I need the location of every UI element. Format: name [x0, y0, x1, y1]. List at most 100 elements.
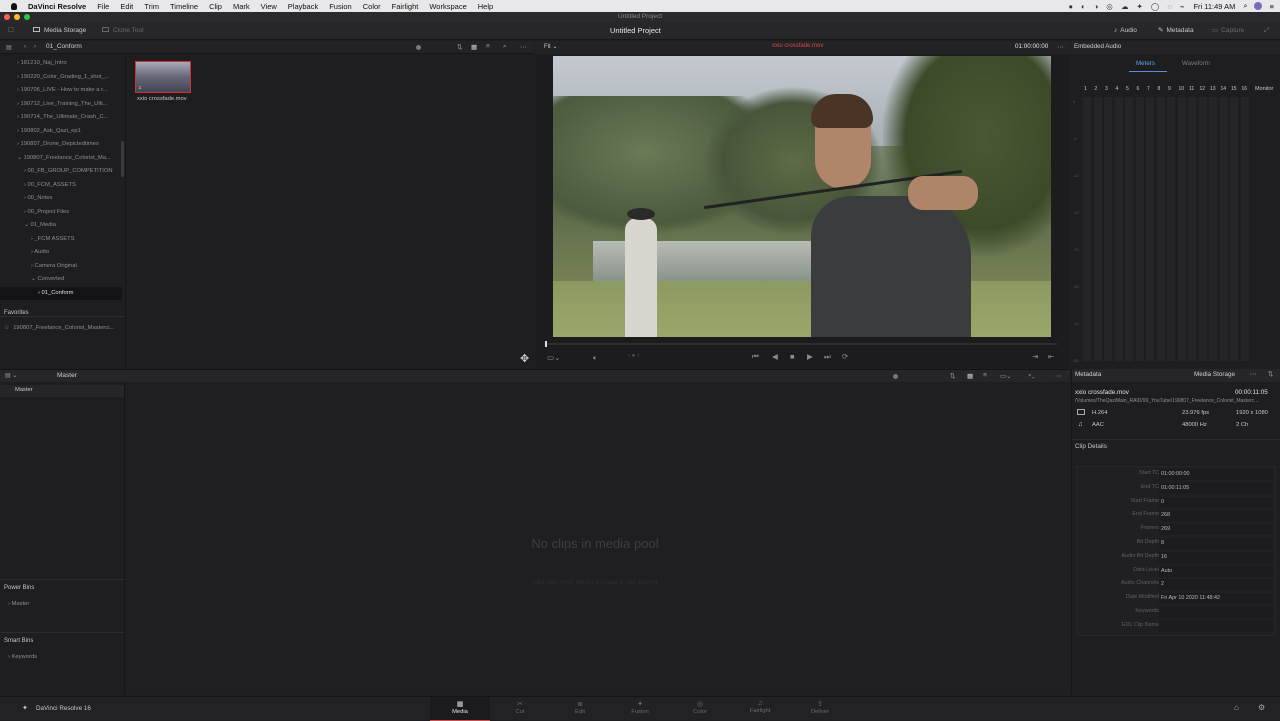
clone-tool-button[interactable]: Clone Tool [102, 22, 144, 40]
zoom-slider[interactable] [416, 45, 421, 50]
pool-sidebar-toggle-icon[interactable]: ▤ ⌄ [5, 372, 17, 379]
loop-button[interactable]: ⟳ [842, 352, 848, 361]
detail-value[interactable]: 16 [1159, 552, 1273, 563]
menu-item-clip[interactable]: Clip [209, 2, 222, 11]
page-tab-deliver[interactable]: ⇪Deliver [790, 697, 850, 721]
viewer-scrubber[interactable] [545, 343, 1057, 345]
menu-item-edit[interactable]: Edit [120, 2, 133, 11]
expand-icon[interactable]: ⤢ [1264, 22, 1269, 40]
tree-scrollbar[interactable] [121, 141, 124, 177]
menu-item-mark[interactable]: Mark [233, 2, 250, 11]
resize-handle-icon[interactable]: ✥ [520, 352, 529, 365]
tree-item[interactable]: › 190220_Color_Grading_1_shot_... [0, 71, 122, 85]
detail-value[interactable]: 0 [1159, 497, 1273, 508]
play-button[interactable]: ▶︎ [807, 352, 813, 361]
detail-value[interactable]: Auto [1159, 566, 1273, 577]
detail-value[interactable]: 8 [1159, 538, 1273, 549]
tree-item[interactable]: › 190706_LIVE - How to make a r... [0, 84, 122, 98]
menu-item-fusion[interactable]: Fusion [329, 2, 352, 11]
detail-value[interactable]: Fri Apr 10 2020 11:48:42 [1159, 593, 1273, 604]
page-tab-fairlight[interactable]: ♫Fairlight [730, 697, 790, 721]
metadata-toggle-button[interactable]: ✎Metadata [1158, 22, 1194, 40]
user-avatar[interactable] [1254, 2, 1262, 10]
tree-item[interactable]: ⌄ 190807_Freelance_Colorist_Ma... [0, 152, 122, 166]
first-frame-button[interactable]: ⏮︎ [752, 352, 759, 362]
menu-item-timeline[interactable]: Timeline [170, 2, 198, 11]
page-tab-color[interactable]: ◎Color [670, 697, 730, 721]
detail-value[interactable] [1159, 607, 1273, 618]
detail-value[interactable]: 01:00:11:05 [1159, 483, 1273, 494]
tree-item[interactable]: › Audio [0, 246, 122, 260]
list-view-icon[interactable]: ≡ [486, 43, 490, 50]
page-tab-media[interactable]: ▦Media [430, 697, 490, 721]
mark-out-button[interactable]: ⇤ [1048, 352, 1054, 361]
sort-icon[interactable]: ⇅ [457, 43, 462, 51]
menu-item-workspace[interactable]: Workspace [429, 2, 466, 11]
jog-control[interactable]: ‹ ● › [628, 353, 639, 359]
settings-gear-icon[interactable]: ⚙︎ [1258, 703, 1265, 712]
smart-bin-item[interactable]: › Keywords [8, 654, 37, 660]
search-icon[interactable]: ⌕ [1243, 1, 1247, 11]
metadata-options-icon[interactable]: ⋯ [1250, 371, 1256, 378]
grid-view-icon[interactable]: ▦ [471, 43, 477, 51]
app-menu[interactable]: DaVinci Resolve [28, 2, 86, 11]
menu-item-fairlight[interactable]: Fairlight [392, 2, 419, 11]
sidebar-toggle-icon[interactable]: ▤ [6, 44, 12, 51]
forward-icon[interactable]: › [34, 44, 36, 50]
search-icon[interactable]: ⌕ [503, 43, 507, 51]
toggle-panel-icon[interactable]: ☐ [8, 22, 14, 40]
pool-thumbnail-icon[interactable]: ▭⌄ [1000, 372, 1012, 380]
tree-item[interactable]: › 181210_Naj_Intro [0, 57, 122, 71]
menu-item-view[interactable]: View [261, 2, 277, 11]
fit-dropdown[interactable]: Fit ⌄ [544, 43, 557, 50]
pool-list-view-icon[interactable]: ≡ [983, 372, 987, 379]
back-icon[interactable]: ‹ [24, 44, 26, 50]
page-tab-cut[interactable]: ✂Cut [490, 697, 550, 721]
menu-item-color[interactable]: Color [363, 2, 381, 11]
favorite-item[interactable]: ☆190807_Freelance_Colorist_Masterci... [4, 325, 114, 331]
speaker-icon[interactable]: 🔈︎ [593, 353, 598, 363]
page-tab-fusion[interactable]: ✦Fusion [610, 697, 670, 721]
clip-thumbnail[interactable]: ♫ [135, 61, 191, 93]
power-bin-item[interactable]: › Master [8, 601, 29, 607]
close-window-button[interactable] [4, 14, 10, 20]
tree-item[interactable]: › 00_FCM_ASSETS [0, 179, 122, 193]
menu-list-icon[interactable]: ≡ [1270, 2, 1274, 11]
tree-item[interactable]: ⌄ 01_Media [0, 219, 122, 233]
menu-item-playback[interactable]: Playback [288, 2, 318, 11]
pool-sort-icon[interactable]: ⇅ [950, 372, 955, 380]
stop-button[interactable]: ■ [790, 352, 795, 361]
tree-item[interactable]: ⌄ Converted [0, 273, 122, 287]
media-pool-area[interactable]: No clips in media pool Add clips from Me… [126, 383, 1070, 695]
view-mode-icon[interactable]: ▭⌄ [547, 353, 560, 362]
tree-item[interactable]: › 01_Conform [0, 287, 122, 301]
detail-value[interactable]: 269 [1159, 524, 1273, 535]
menu-item-file[interactable]: File [97, 2, 109, 11]
menu-item-help[interactable]: Help [478, 2, 493, 11]
menu-item-trim[interactable]: Trim [144, 2, 159, 11]
pool-options-icon[interactable]: ⋯ [1055, 372, 1062, 380]
tree-item[interactable]: › 00_Project Files [0, 206, 122, 220]
tree-item[interactable]: › 190712_Live_Training_The_Ulti... [0, 98, 122, 112]
page-tab-edit[interactable]: ≣Edit [550, 697, 610, 721]
mark-in-button[interactable]: ⇥ [1032, 352, 1038, 361]
more-options-icon[interactable]: ⋯ [520, 43, 527, 51]
tree-item[interactable]: › Camera Original [0, 260, 122, 274]
detail-value[interactable] [1159, 621, 1273, 632]
tree-item[interactable]: › 00_FB_GROUP_COMPETITION [0, 165, 122, 179]
tree-item[interactable]: › _FCM ASSETS [0, 233, 122, 247]
pool-search-icon[interactable]: ⌕⌄ [1028, 372, 1035, 380]
playhead[interactable] [545, 341, 547, 347]
detail-value[interactable]: 01:00:00:00 [1159, 469, 1273, 480]
tab-waveform[interactable]: Waveform [1182, 60, 1210, 67]
detail-value[interactable]: 2 [1159, 579, 1273, 590]
master-bin-item[interactable]: Master [15, 387, 33, 393]
capture-toggle-button[interactable]: ▭Capture [1212, 22, 1244, 40]
tree-item[interactable]: › 190714_The_Ultimate_Crash_C... [0, 111, 122, 125]
minimize-window-button[interactable] [14, 14, 20, 20]
tab-meters[interactable]: Meters [1136, 60, 1155, 67]
home-icon[interactable]: ⌂ [1234, 703, 1239, 712]
audio-toggle-button[interactable]: ♪Audio [1114, 22, 1137, 40]
pool-grid-view-icon[interactable]: ▦ [967, 372, 973, 380]
metadata-sort-icon[interactable]: ⇅ [1268, 371, 1273, 378]
